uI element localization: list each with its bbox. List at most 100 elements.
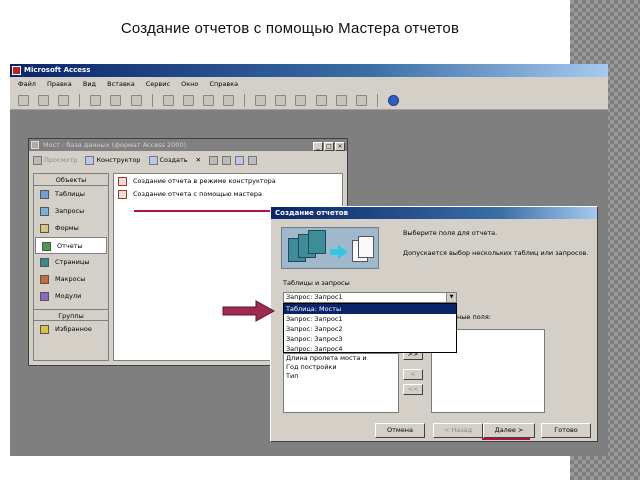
list-item[interactable]: Длина пролета моста и bbox=[284, 354, 398, 363]
sidebar-item-favorites[interactable]: Избранное bbox=[34, 321, 108, 338]
toolbar-separator bbox=[244, 94, 246, 107]
create-icon bbox=[148, 155, 158, 165]
list-item[interactable]: Год постройки bbox=[284, 363, 398, 372]
maximize-button[interactable]: □ bbox=[324, 142, 334, 151]
design-icon bbox=[85, 155, 95, 165]
print-preview-icon[interactable] bbox=[110, 95, 122, 106]
sidebar-item-reports[interactable]: Отчеты bbox=[35, 237, 107, 254]
report-page-icon bbox=[358, 236, 374, 258]
list-item-wizard-report[interactable]: Создание отчета с помощью мастера bbox=[114, 188, 342, 200]
available-fields-list[interactable]: Длина пролета моста и Год постройки Тип bbox=[283, 353, 399, 413]
relationships-icon[interactable] bbox=[335, 95, 347, 106]
list-view-icon[interactable] bbox=[235, 155, 245, 165]
dropdown-option[interactable]: Таблица: Мосты bbox=[284, 304, 456, 314]
next-button[interactable]: Далее > bbox=[483, 423, 535, 438]
list-item-design-report[interactable]: Создание отчета в режиме конструктора bbox=[114, 175, 342, 187]
menu-file[interactable]: Файл bbox=[18, 80, 36, 88]
menu-tools[interactable]: Сервис bbox=[146, 80, 170, 88]
source-combobox[interactable]: Запрос: Запрос1 ▼ bbox=[283, 292, 457, 303]
pointer-arrow-icon bbox=[222, 300, 276, 322]
delete-icon[interactable]: ✕ bbox=[196, 151, 201, 169]
sidebar-item-tables[interactable]: Таблицы bbox=[34, 186, 108, 203]
menu-edit[interactable]: Правка bbox=[47, 80, 72, 88]
macro-icon bbox=[40, 274, 49, 284]
undo-icon[interactable] bbox=[223, 95, 235, 106]
access-title: Microsoft Access bbox=[24, 66, 91, 74]
sidebar-item-macros[interactable]: Макросы bbox=[34, 271, 108, 288]
standard-toolbar bbox=[10, 91, 608, 110]
chevron-down-icon[interactable]: ▼ bbox=[446, 293, 456, 302]
favorites-icon bbox=[40, 324, 49, 334]
list-item[interactable]: Тип bbox=[284, 372, 398, 381]
access-key-icon bbox=[12, 66, 21, 75]
paste-icon[interactable] bbox=[202, 95, 214, 106]
copy-icon[interactable] bbox=[182, 95, 194, 106]
groups-header[interactable]: Группы bbox=[34, 309, 108, 321]
create-button[interactable]: Создать bbox=[148, 151, 188, 169]
module-icon bbox=[40, 291, 49, 301]
source-dropdown-list: Таблица: Мосты Запрос: Запрос1 Запрос: З… bbox=[283, 303, 457, 353]
sidebar-item-pages[interactable]: Страницы bbox=[34, 254, 108, 271]
sidebar-item-forms[interactable]: Формы bbox=[34, 220, 108, 237]
links-icon[interactable] bbox=[255, 95, 267, 106]
preview-button[interactable]: Просмотр bbox=[33, 151, 77, 169]
spelling-icon[interactable] bbox=[130, 95, 142, 106]
table-icon bbox=[40, 189, 49, 199]
source-label: Таблицы и запросы bbox=[283, 279, 350, 287]
form-icon bbox=[40, 223, 49, 233]
preview-icon bbox=[33, 155, 42, 165]
table-stack-icon bbox=[308, 230, 326, 254]
arrow-icon bbox=[338, 245, 348, 259]
menu-insert[interactable]: Вставка bbox=[107, 80, 135, 88]
menu-window[interactable]: Окно bbox=[181, 80, 198, 88]
print-icon[interactable] bbox=[90, 95, 102, 106]
new-object-icon[interactable] bbox=[355, 95, 367, 106]
new-icon[interactable] bbox=[18, 95, 29, 106]
toolbar-separator bbox=[376, 94, 378, 107]
help-icon[interactable] bbox=[387, 95, 399, 106]
menu-view[interactable]: Вид bbox=[83, 80, 96, 88]
cancel-button[interactable]: Отмена bbox=[375, 423, 425, 438]
remove-all-fields-button[interactable]: << bbox=[403, 384, 423, 395]
highlight-underline bbox=[482, 438, 530, 440]
toolbar-separator bbox=[151, 94, 153, 107]
open-icon[interactable] bbox=[38, 95, 50, 106]
designer-button[interactable]: Конструктор bbox=[85, 151, 140, 169]
source-value: Запрос: Запрос1 bbox=[286, 293, 343, 301]
db-window-controls: _ □ × bbox=[312, 140, 345, 152]
properties-icon[interactable] bbox=[315, 95, 327, 106]
report-wizard-dialog: Создание отчетов Выберите поля для отчет… bbox=[270, 206, 598, 442]
dropdown-option[interactable]: Запрос: Запрос4 bbox=[284, 344, 456, 354]
db-toolbar: Просмотр Конструктор Создать ✕ bbox=[29, 151, 347, 169]
dropdown-option[interactable]: Запрос: Запрос1 bbox=[284, 314, 456, 324]
back-button[interactable]: < Назад bbox=[433, 423, 483, 438]
code-icon[interactable] bbox=[295, 95, 307, 106]
wizard-report-icon bbox=[118, 189, 127, 199]
cut-icon[interactable] bbox=[162, 95, 174, 106]
small-icons-icon[interactable] bbox=[222, 155, 232, 165]
sidebar-item-modules[interactable]: Модули bbox=[34, 288, 108, 305]
finish-button[interactable]: Готово bbox=[541, 423, 591, 438]
details-view-icon[interactable] bbox=[248, 155, 258, 165]
close-button[interactable]: × bbox=[335, 142, 345, 151]
analyze-icon[interactable] bbox=[275, 95, 287, 106]
wizard-hint: Допускается выбор нескольких таблиц или … bbox=[403, 249, 589, 257]
remove-field-button[interactable]: < bbox=[403, 369, 423, 380]
dropdown-option[interactable]: Запрос: Запрос2 bbox=[284, 324, 456, 334]
access-titlebar: Microsoft Access bbox=[10, 64, 608, 77]
wizard-prompt: Выберите поля для отчета. bbox=[403, 229, 498, 237]
wizard-titlebar: Создание отчетов bbox=[271, 207, 597, 219]
dropdown-option[interactable]: Запрос: Запрос3 bbox=[284, 334, 456, 344]
wizard-illustration bbox=[281, 227, 379, 269]
design-report-icon bbox=[118, 176, 127, 186]
save-icon[interactable] bbox=[58, 95, 70, 106]
db-titlebar: Мост : база данных (формат Access 2000) … bbox=[29, 139, 347, 151]
minimize-button[interactable]: _ bbox=[313, 142, 323, 151]
objects-bar: Объекты Таблицы Запросы Формы Отчеты Стр… bbox=[33, 173, 109, 361]
menu-help[interactable]: Справка bbox=[210, 80, 239, 88]
large-icons-icon[interactable] bbox=[209, 155, 219, 165]
objects-header[interactable]: Объекты bbox=[34, 174, 108, 186]
report-icon bbox=[42, 241, 51, 251]
sidebar-item-queries[interactable]: Запросы bbox=[34, 203, 108, 220]
database-icon bbox=[31, 141, 39, 149]
